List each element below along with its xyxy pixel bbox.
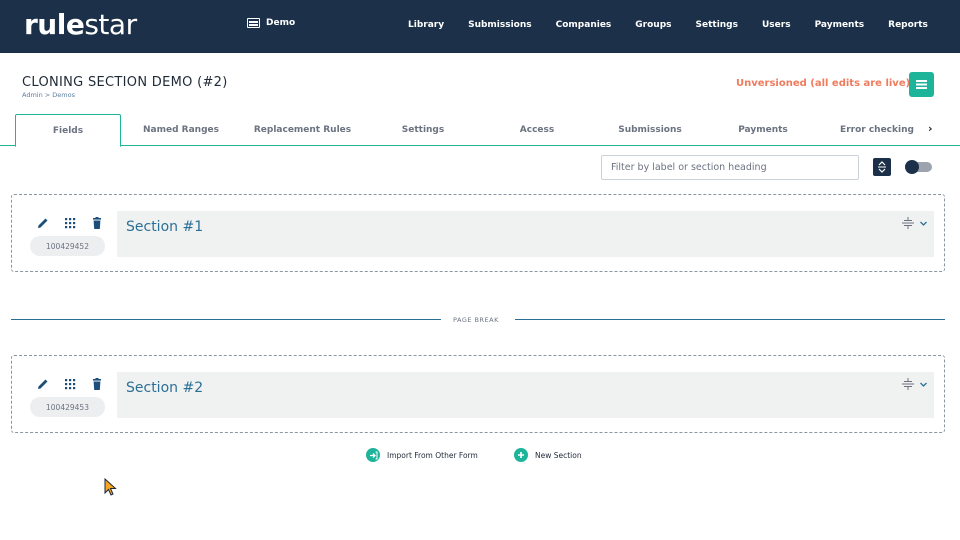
filter-input[interactable] <box>601 155 859 180</box>
trash-icon[interactable] <box>90 216 104 230</box>
workspace-label: Demo <box>266 18 296 28</box>
tab-payments[interactable]: Payments <box>708 114 818 146</box>
view-toggle[interactable] <box>905 160 932 174</box>
tab-submissions[interactable]: Submissions <box>595 114 705 146</box>
section-id-badge: 100429452 <box>30 236 105 256</box>
logo-bold: rule <box>24 8 85 41</box>
trash-icon[interactable] <box>90 377 104 391</box>
mouse-cursor-icon <box>104 478 117 496</box>
top-bar: rulestar Demo Library Submissions Compan… <box>0 0 960 53</box>
nav-companies[interactable]: Companies <box>556 20 612 30</box>
nav-payments[interactable]: Payments <box>815 20 865 30</box>
nav-reports[interactable]: Reports <box>888 20 928 30</box>
tab-settings[interactable]: Settings <box>368 114 478 146</box>
logo[interactable]: rulestar <box>24 8 137 41</box>
section-controls <box>901 216 928 230</box>
workspace-switcher[interactable]: Demo <box>247 18 295 28</box>
page-break-label: PAGE BREAK <box>453 316 499 324</box>
tab-error-checking[interactable]: Error checking <box>822 114 932 146</box>
new-section-label: New Section <box>535 450 582 460</box>
toggle-knob <box>905 160 919 174</box>
expand-collapse-icon <box>878 161 886 173</box>
breadcrumb[interactable]: Admin > Demos <box>22 91 75 99</box>
chevron-down-icon[interactable] <box>919 219 928 228</box>
page-title: CLONING SECTION DEMO (#2) <box>22 75 228 90</box>
nav-users[interactable]: Users <box>762 20 791 30</box>
section-tools <box>36 216 104 230</box>
section-tools <box>36 377 104 391</box>
edit-pencil-icon[interactable] <box>36 216 50 230</box>
tab-access[interactable]: Access <box>482 114 592 146</box>
drag-handle-icon[interactable] <box>63 377 77 391</box>
list-menu-button[interactable] <box>909 72 934 97</box>
tab-scroll-right-icon[interactable]: › <box>928 122 933 135</box>
nav-library[interactable]: Library <box>408 20 444 30</box>
section-title: Section #1 <box>126 219 204 235</box>
drag-handle-icon[interactable] <box>63 216 77 230</box>
section-controls <box>901 377 928 391</box>
collapse-lines-icon[interactable] <box>901 377 915 391</box>
list-icon <box>916 80 927 89</box>
import-label: Import From Other Form <box>387 450 478 460</box>
main-nav: Library Submissions Companies Groups Set… <box>408 20 952 30</box>
section-title: Section #2 <box>126 380 204 396</box>
section-card: 100429453 Section #2 <box>11 355 945 433</box>
page-break-line-right <box>515 319 945 320</box>
workspace-icon <box>247 18 260 28</box>
import-from-other-form-button[interactable]: Import From Other Form <box>366 448 478 462</box>
new-section-button[interactable]: New Section <box>514 448 582 462</box>
edit-pencil-icon[interactable] <box>36 377 50 391</box>
tab-named-ranges[interactable]: Named Ranges <box>125 114 237 146</box>
nav-settings[interactable]: Settings <box>696 20 738 30</box>
nav-groups[interactable]: Groups <box>635 20 671 30</box>
section-id-badge: 100429453 <box>30 397 105 417</box>
plus-icon <box>514 448 528 462</box>
collapse-lines-icon[interactable] <box>901 216 915 230</box>
tab-replacement-rules[interactable]: Replacement Rules <box>240 114 365 146</box>
logo-light: star <box>84 8 137 41</box>
import-icon <box>366 448 380 462</box>
nav-submissions[interactable]: Submissions <box>468 20 532 30</box>
section-card: 100429452 Section #1 <box>11 194 945 272</box>
tab-fields[interactable]: Fields <box>15 114 121 147</box>
tab-bar: Fields Named Ranges Replacement Rules Se… <box>0 114 960 147</box>
section-header[interactable]: Section #2 <box>117 372 934 418</box>
section-header[interactable]: Section #1 <box>117 211 934 257</box>
page-break-line-left <box>11 319 441 320</box>
expand-collapse-button[interactable] <box>873 158 891 176</box>
chevron-down-icon[interactable] <box>919 380 928 389</box>
version-status[interactable]: Unversioned (all edits are live) <box>736 78 910 89</box>
